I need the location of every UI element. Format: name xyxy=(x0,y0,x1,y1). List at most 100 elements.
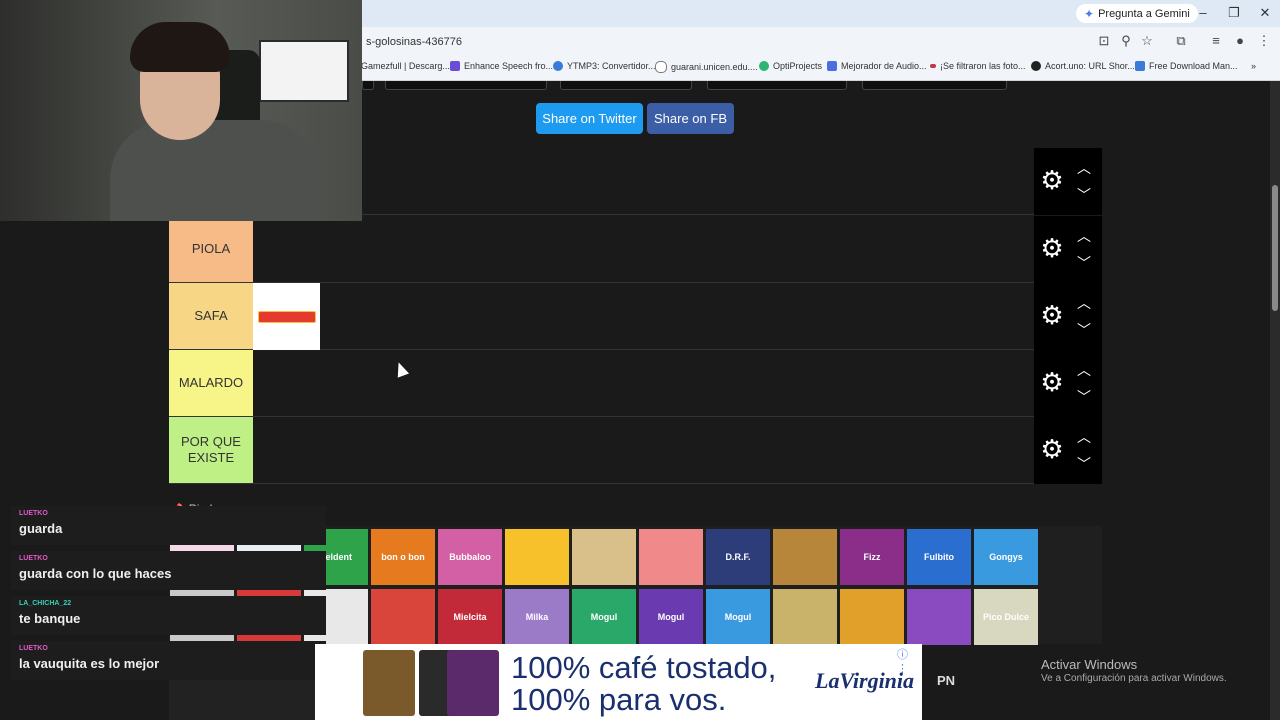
chevron-up-icon[interactable]: ︿ xyxy=(1074,430,1094,444)
chevron-down-icon[interactable]: ﹀ xyxy=(1074,323,1094,337)
tier-label[interactable]: POR QUE EXISTE xyxy=(169,417,253,483)
pool-candy-item[interactable]: Mogul xyxy=(639,589,703,645)
pool-candy-item[interactable]: Fizz xyxy=(840,529,904,585)
ad-subheadline: 100% para vos. xyxy=(511,682,727,717)
ad-banner[interactable]: 100% café tostado, 100% para vos. LaVirg… xyxy=(315,644,922,720)
webcam-overlay xyxy=(0,0,362,221)
bookmark-star-icon[interactable]: ☆ xyxy=(1139,33,1155,49)
scrollbar-thumb[interactable] xyxy=(1272,185,1278,311)
menu-icon[interactable]: ⋮ xyxy=(1256,33,1272,49)
pool-candy-item[interactable] xyxy=(371,589,435,645)
chat-text: guarda xyxy=(19,521,63,536)
tier-row: POR QUE EXISTE xyxy=(169,417,1034,484)
url-text[interactable]: s-golosinas-436776 xyxy=(366,36,462,48)
pool-candy-item[interactable]: D.R.F. xyxy=(706,529,770,585)
chat-message: LUETKO la vauquita es lo mejor xyxy=(11,641,326,680)
tier-item-candy-bar[interactable] xyxy=(253,283,320,350)
profile-avatar-icon[interactable]: ● xyxy=(1232,33,1248,48)
restore-icon[interactable]: ❐ xyxy=(1224,5,1244,21)
bookmark-item[interactable]: Gamezfull | Descarg... xyxy=(361,61,450,71)
tier-row: MALARDO xyxy=(169,350,1034,417)
bookmark-favicon-icon xyxy=(450,61,460,71)
chat-username: LUETKO xyxy=(19,645,48,652)
tier-label[interactable]: MALARDO xyxy=(169,350,253,416)
tier-label[interactable]: PIOLA xyxy=(169,216,253,282)
close-icon[interactable]: ✕ xyxy=(1255,5,1275,21)
coffee-package-image xyxy=(363,650,415,716)
toolbar-button[interactable] xyxy=(707,81,847,90)
share-facebook-button[interactable]: Share on FB xyxy=(647,103,734,134)
gear-icon[interactable]: ⚙ xyxy=(1040,167,1064,193)
pool-candy-item[interactable] xyxy=(773,529,837,585)
bookmark-item[interactable]: guarani.unicen.edu.... xyxy=(655,61,758,73)
chat-username: LUETKO xyxy=(19,555,48,562)
bookmark-favicon-icon xyxy=(930,64,936,68)
gemini-button[interactable]: ✦ Pregunta a Gemini xyxy=(1076,4,1198,23)
tier-row: PIOLA xyxy=(169,216,1034,283)
toolbar-button[interactable] xyxy=(560,81,692,90)
gemini-star-icon: ✦ xyxy=(1084,6,1095,21)
chat-username: LUETKO xyxy=(19,510,48,517)
toolbar-button[interactable] xyxy=(362,81,374,90)
toolbar-button[interactable] xyxy=(862,81,1007,90)
pool-candy-item[interactable]: Bubbaloo xyxy=(438,529,502,585)
chat-username: LA_CHICHA_22 xyxy=(19,600,72,607)
chevron-up-icon[interactable]: ︿ xyxy=(1074,296,1094,310)
bookmark-item[interactable]: Enhance Speech fro... xyxy=(450,61,553,71)
chevron-down-icon[interactable]: ﹀ xyxy=(1074,256,1094,270)
ad-headline: 100% café tostado, xyxy=(511,650,777,685)
pool-candy-item[interactable]: Mogul xyxy=(706,589,770,645)
chevron-down-icon[interactable]: ﹀ xyxy=(1074,457,1094,471)
chevron-down-icon[interactable]: ﹀ xyxy=(1074,390,1094,404)
zoom-icon[interactable]: ⚲ xyxy=(1118,33,1134,49)
media-icon[interactable]: ≡ xyxy=(1208,33,1224,48)
bookmark-favicon-icon xyxy=(759,61,769,71)
chevron-up-icon[interactable]: ︿ xyxy=(1074,229,1094,243)
windows-activation-subtitle: Ve a Configuración para activar Windows. xyxy=(1041,673,1227,684)
tier-label[interactable]: SAFA xyxy=(169,283,253,349)
pool-candy-item[interactable]: Fulbito xyxy=(907,529,971,585)
gear-icon[interactable]: ⚙ xyxy=(1040,302,1064,328)
windows-activation-title: Activar Windows xyxy=(1041,657,1138,672)
translate-icon[interactable]: ⊡ xyxy=(1096,33,1112,49)
extensions-icon[interactable]: ⧉ xyxy=(1173,33,1189,49)
bookmarks-overflow-icon[interactable]: » xyxy=(1251,61,1256,71)
bookmark-item[interactable]: OptiProjects xyxy=(759,61,822,71)
pool-candy-item[interactable]: Milka xyxy=(505,589,569,645)
tier-controls: ⚙ ︿ ﹀ xyxy=(1034,216,1102,283)
ad-info-icon[interactable]: ⓘ ⋮ xyxy=(897,646,922,675)
chevron-down-icon[interactable]: ﹀ xyxy=(1074,188,1094,202)
chat-message: LUETKO guarda xyxy=(11,506,326,545)
chevron-up-icon[interactable]: ︿ xyxy=(1074,161,1094,175)
gear-icon[interactable]: ⚙ xyxy=(1040,436,1064,462)
chevron-up-icon[interactable]: ︿ xyxy=(1074,363,1094,377)
pool-candy-item[interactable] xyxy=(639,529,703,585)
pool-candy-item[interactable]: bon o bon xyxy=(371,529,435,585)
pool-candy-item[interactable] xyxy=(907,589,971,645)
bookmark-item[interactable]: Mejorador de Audio... xyxy=(827,61,927,71)
bookmark-favicon-icon xyxy=(1135,61,1145,71)
pool-candy-item[interactable]: Mogul xyxy=(572,589,636,645)
pool-candy-item[interactable]: Pico Dulce xyxy=(974,589,1038,645)
tier-controls: ⚙ ︿ ﹀ xyxy=(1034,417,1102,484)
bookmark-item[interactable]: Free Download Man... xyxy=(1135,61,1238,71)
chat-text: guarda con lo que haces xyxy=(19,566,172,581)
pool-item-label: PN xyxy=(937,673,956,688)
share-twitter-button[interactable]: Share on Twitter xyxy=(536,103,643,134)
pool-candy-item[interactable] xyxy=(572,529,636,585)
bookmark-item[interactable]: Acort.uno: URL Shor... xyxy=(1031,61,1135,71)
bookmark-item[interactable]: ¡Se filtraron las foto... xyxy=(930,61,1026,71)
gear-icon[interactable]: ⚙ xyxy=(1040,369,1064,395)
pool-candy-item[interactable] xyxy=(773,589,837,645)
pool-candy-item[interactable]: Gongys xyxy=(974,529,1038,585)
pool-candy-item[interactable] xyxy=(505,529,569,585)
bookmark-item[interactable]: YTMP3: Convertidor... xyxy=(553,61,656,71)
chat-text: te banque xyxy=(19,611,81,626)
minimize-icon[interactable]: – xyxy=(1193,5,1213,20)
pool-candy-item[interactable]: Mielcita xyxy=(438,589,502,645)
toolbar-button[interactable] xyxy=(385,81,547,90)
bookmark-favicon-icon xyxy=(655,61,667,73)
pool-candy-item[interactable] xyxy=(840,589,904,645)
page-scrollbar[interactable] xyxy=(1270,81,1280,720)
gear-icon[interactable]: ⚙ xyxy=(1040,235,1064,261)
